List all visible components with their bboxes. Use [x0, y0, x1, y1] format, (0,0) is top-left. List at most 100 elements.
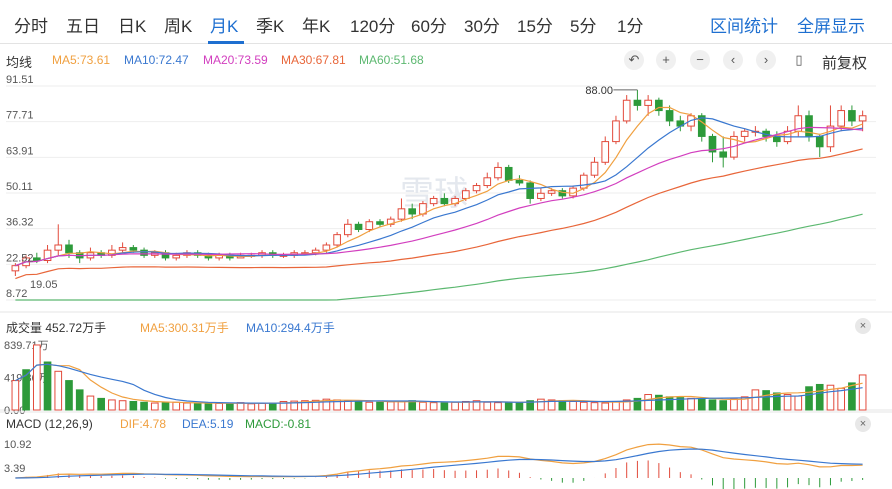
- volume-bars: 839.71万419.86万0.00: [0, 311, 892, 417]
- volume-bar: [118, 400, 127, 411]
- volume-bar: [344, 400, 352, 411]
- candle-body: [322, 244, 331, 251]
- candle-body: [172, 254, 181, 259]
- candle-body: [590, 161, 599, 176]
- candle-body: [644, 99, 652, 106]
- candle-body: [740, 130, 749, 137]
- y-tick-label: 77.71: [6, 110, 34, 122]
- candle-body: [440, 197, 449, 205]
- candle-body: [129, 247, 138, 251]
- volume-bar: [483, 401, 492, 411]
- volume-bar: [161, 402, 170, 411]
- macd-dif: DIF:4.78: [120, 417, 167, 431]
- volume-bar: [258, 402, 266, 411]
- macd-title: MACD (12,26,9): [6, 417, 93, 431]
- candle-body: [376, 221, 384, 225]
- volume-bar: [762, 390, 770, 411]
- candle-body: [633, 99, 642, 106]
- macd-value: MACD:-0.81: [245, 417, 312, 431]
- candle-body: [32, 257, 41, 262]
- y-tick-label: 91.51: [6, 74, 34, 86]
- volume-bar: [397, 400, 406, 411]
- volume-bar: [354, 400, 363, 411]
- candle-body: [601, 141, 610, 163]
- volume-bar: [376, 401, 384, 411]
- volume-bar: [97, 397, 105, 411]
- volume-bar: [633, 397, 642, 411]
- volume-bar: [204, 403, 213, 411]
- volume-bar: [504, 402, 513, 411]
- volume-bar: [247, 403, 256, 411]
- candle-body: [365, 221, 374, 230]
- volume-bar: [858, 374, 867, 411]
- watermark: 雪球: [400, 174, 468, 214]
- volume-bar: [537, 398, 545, 411]
- candle-body: [344, 223, 352, 236]
- volume-bar: [815, 383, 824, 411]
- candle-body: [665, 110, 674, 122]
- volume-bar: [108, 399, 116, 411]
- candle-body: [472, 185, 481, 192]
- candle-body: [65, 244, 73, 254]
- volume-bar: [451, 401, 459, 411]
- volume-bar: [129, 400, 138, 411]
- candle-body: [429, 197, 438, 205]
- volume-ma10: MA10:294.4万手: [246, 321, 335, 335]
- volume-bar: [365, 401, 374, 411]
- candle-body: [504, 166, 513, 181]
- y-tick-label: 36.32: [6, 217, 34, 229]
- volume-bar: [386, 401, 395, 411]
- dif-line: [15, 443, 863, 479]
- volume-bar: [183, 402, 191, 411]
- candle-body: [461, 190, 470, 199]
- volume-bar: [837, 387, 846, 411]
- kline-chart: 雪球 88.00 19.05 91.51 77.71 63.91 50.11 36.32 2…: [0, 74, 892, 489]
- candle-body: [612, 120, 620, 143]
- volume-bar: [11, 380, 20, 411]
- macd-tick-label: 3.39: [4, 463, 25, 475]
- volume-bar: [494, 402, 502, 411]
- volume-bar: [719, 400, 728, 411]
- candle-body: [815, 135, 824, 148]
- candle-body: [526, 182, 534, 199]
- candle-body: [858, 115, 867, 122]
- volume-bar: [848, 382, 856, 411]
- candle-body: [547, 190, 556, 194]
- volume-bar: [215, 402, 223, 411]
- volume-bar: [43, 361, 52, 411]
- ma60-line: [15, 213, 863, 301]
- volume-bar: [708, 399, 717, 411]
- volume-bar: [773, 392, 781, 411]
- volume-bar: [805, 386, 813, 411]
- volume-bar: [75, 389, 84, 411]
- volume-bar: [440, 402, 449, 411]
- volume-title: 成交量 452.72万手: [6, 319, 106, 336]
- y-tick-label: 63.91: [6, 145, 34, 157]
- volume-value: 452.72万手: [45, 321, 107, 335]
- y-tick-label: 22.52: [6, 252, 34, 264]
- volume-bar: [601, 402, 610, 411]
- close-volume-icon[interactable]: ×: [855, 318, 871, 334]
- candle-body: [515, 179, 524, 184]
- candle-body: [719, 151, 728, 158]
- volume-bar: [54, 370, 63, 411]
- volume-bar: [172, 401, 181, 411]
- volume-bar: [193, 402, 202, 411]
- volume-bar: [429, 402, 438, 411]
- volume-bar: [751, 389, 760, 411]
- candle-body: [837, 110, 846, 127]
- volume-bar: [32, 344, 41, 411]
- min-annotation: 19.05: [30, 279, 58, 291]
- candle-body: [118, 247, 127, 251]
- candle-body: [54, 244, 63, 251]
- volume-bar: [558, 400, 567, 411]
- candle-body: [494, 166, 502, 179]
- close-macd-icon[interactable]: ×: [855, 416, 871, 432]
- volume-bar: [665, 396, 674, 411]
- volume-bar: [644, 394, 652, 411]
- candle-body: [579, 174, 588, 189]
- volume-bar: [268, 402, 277, 411]
- candle-body: [140, 249, 148, 256]
- volume-tick-label: 839.71万: [4, 340, 49, 352]
- volume-ma5: MA5:300.31万手: [140, 321, 229, 335]
